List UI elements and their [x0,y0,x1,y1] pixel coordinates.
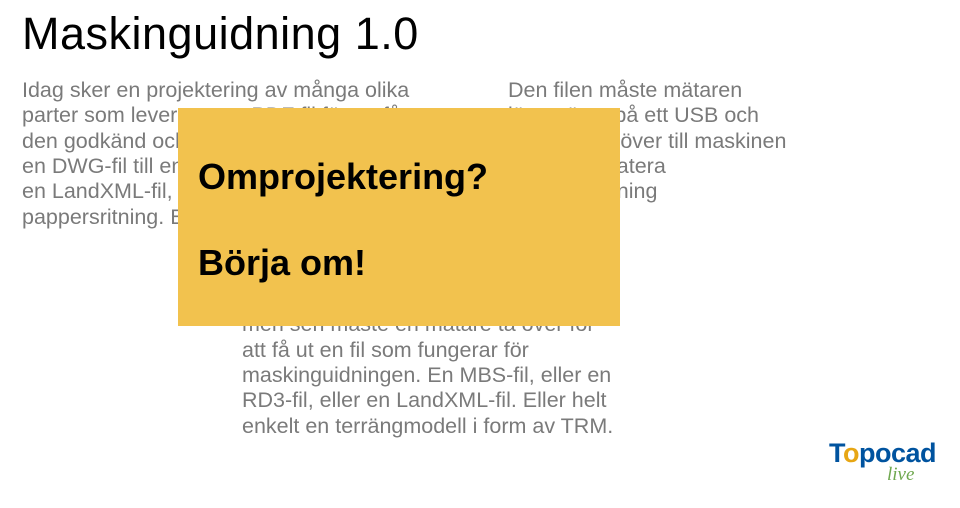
logo-wordmark: Topocad [829,440,936,467]
logo-letter-o: o [843,438,859,468]
logo: Topocad live [829,440,936,484]
slide: Maskinguidning 1.0 Idag sker en projekte… [0,0,960,508]
slide-title: Maskinguidning 1.0 [22,8,938,60]
callout-heading: Omprojektering? [198,156,606,198]
logo-letter-t: T [829,438,843,468]
callout-subheading: Börja om! [198,242,606,284]
callout-box: Omprojektering? Börja om! [178,108,620,326]
